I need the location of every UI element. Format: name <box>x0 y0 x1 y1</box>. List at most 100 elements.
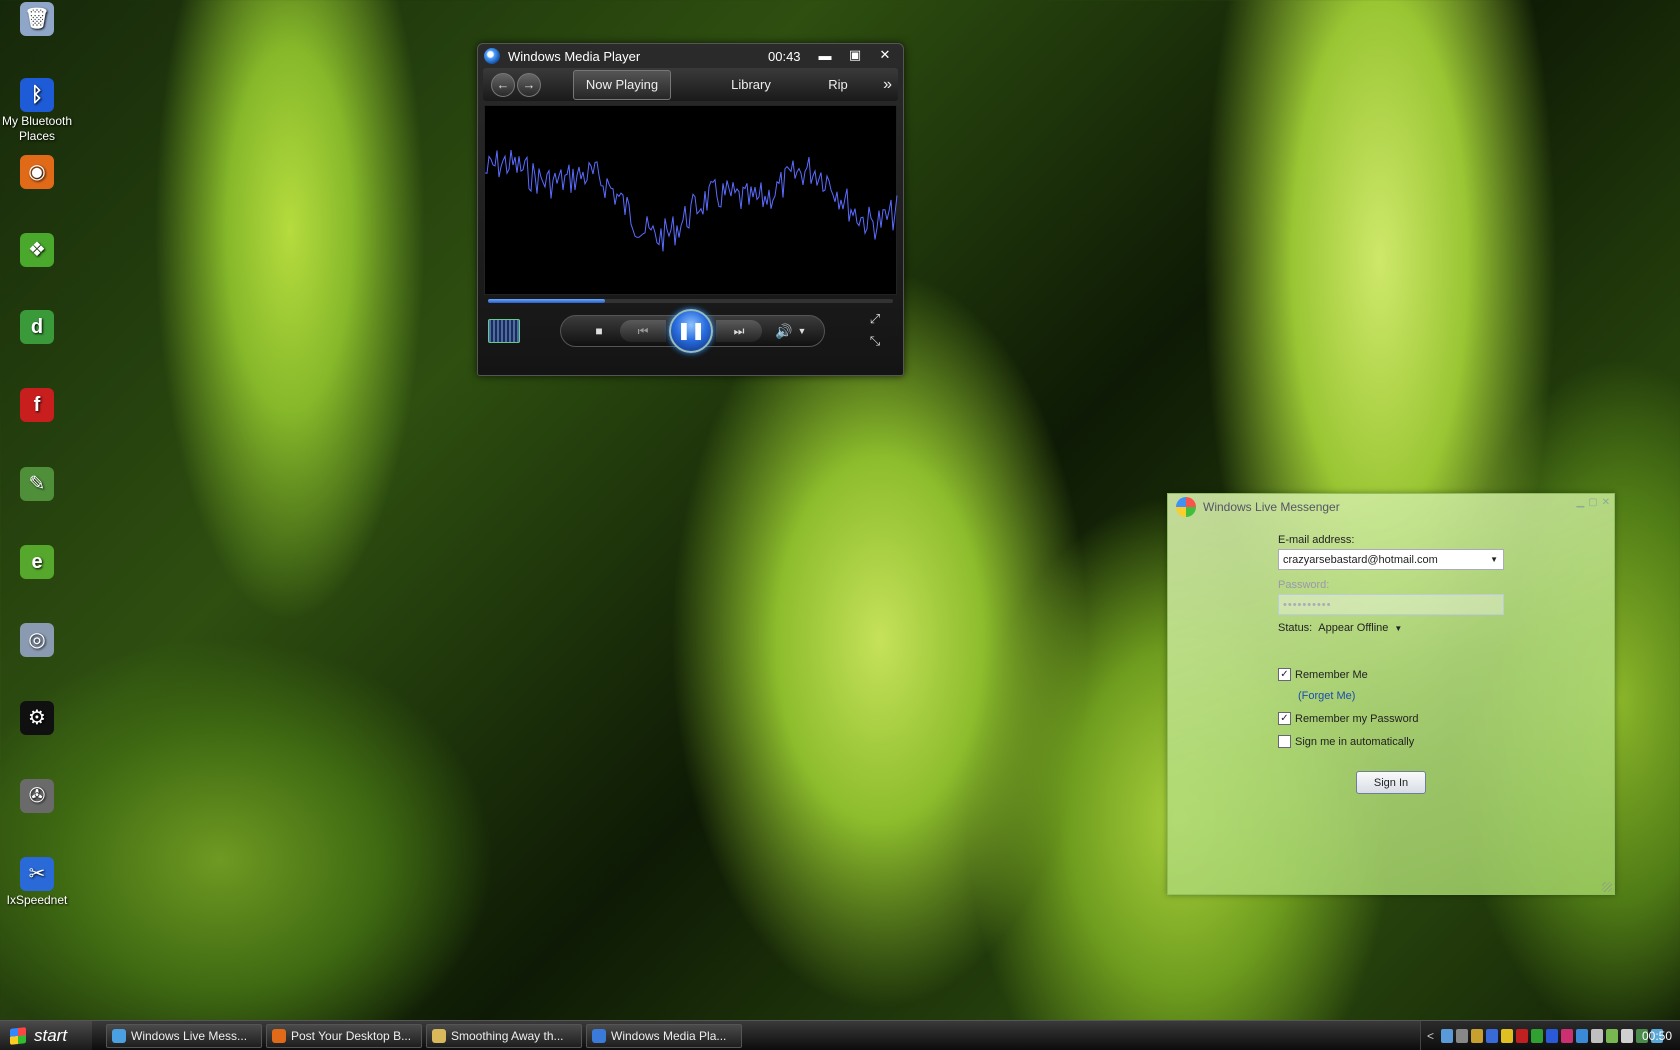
desktop-icon[interactable]: ⚙ <box>0 701 74 737</box>
playback-controls: ■ ⏮ ⏭ ❚❚ 🔊 ▼ ⤢ ⤡ <box>478 303 903 363</box>
firefox-icon: ◉ <box>20 155 54 189</box>
desktop-icon[interactable]: ◎ <box>0 623 74 659</box>
password-label: Password: <box>1278 579 1330 591</box>
switch-to-library-icon[interactable] <box>488 319 520 343</box>
folder-icon[interactable] <box>1471 1029 1484 1043</box>
taskbar-app-icon <box>432 1028 446 1043</box>
bluetooth-tray-icon[interactable] <box>1561 1029 1574 1043</box>
recycle-bin-icon: 🗑 <box>20 2 54 36</box>
previous-icon[interactable]: ⏮ <box>620 320 666 342</box>
chevron-down-icon[interactable]: ▼ <box>1490 555 1498 564</box>
desktop-icon[interactable]: ✎ <box>0 467 74 503</box>
flash-icon: f <box>20 388 54 422</box>
mini-mode-icon[interactable]: ⤡ <box>866 333 884 349</box>
steam-icon: ⚙ <box>20 701 54 735</box>
close-icon[interactable]: ✕ <box>1602 497 1610 508</box>
pause-icon[interactable]: ❚❚ <box>669 309 713 353</box>
bar-icon[interactable] <box>1486 1029 1499 1043</box>
remember-password-checkbox[interactable]: ✓ <box>1278 712 1291 725</box>
tab-now-playing[interactable]: Now Playing <box>573 69 671 100</box>
messenger-title: Windows Live Messenger <box>1203 500 1340 514</box>
media-player-title: Windows Media Player <box>508 48 641 64</box>
media-player-titlebar[interactable]: Windows Media Player 00:43 ▬ ▣ ✕ <box>478 44 903 68</box>
desktop-icon[interactable]: ◉ <box>0 155 74 191</box>
desktop-icon[interactable]: ✇ <box>0 779 74 815</box>
sign-in-auto-row[interactable]: Sign me in automatically <box>1278 735 1414 748</box>
green-tray-icon[interactable] <box>1531 1029 1544 1043</box>
remember-me-checkbox[interactable]: ✓ <box>1278 668 1291 681</box>
media-player-app-icon <box>484 48 500 64</box>
taskbar-buttons: Windows Live Mess... Post Your Desktop B.… <box>106 1023 742 1048</box>
sign-in-button[interactable]: Sign In <box>1356 771 1426 794</box>
remember-me-row[interactable]: ✓ Remember Me <box>1278 668 1368 681</box>
tray-expand-icon[interactable]: < <box>1427 1029 1434 1043</box>
device-icon[interactable] <box>1456 1029 1469 1043</box>
taskbar-button[interactable]: Windows Live Mess... <box>106 1023 262 1048</box>
taskbar-button-label: Smoothing Away th... <box>451 1028 564 1043</box>
display-icon[interactable] <box>1576 1029 1589 1043</box>
password-field[interactable]: •••••••••• <box>1278 594 1504 615</box>
cd-burner-icon: ◎ <box>20 623 54 657</box>
tab-library[interactable]: Library <box>701 70 801 100</box>
desktop-icon-label: My Bluetooth Places <box>1 114 73 143</box>
stop-icon[interactable]: ■ <box>590 322 608 340</box>
email-field[interactable]: crazyarsebastard@hotmail.com ▼ <box>1278 549 1504 570</box>
messenger-titlebar[interactable]: Windows Live Messenger ▁ ▢ ✕ <box>1168 494 1614 520</box>
taskbar-button[interactable]: Smoothing Away th... <box>426 1023 582 1048</box>
taskbar-button[interactable]: Post Your Desktop B... <box>266 1023 422 1048</box>
next-icon[interactable]: ⏭ <box>716 320 762 342</box>
waveform <box>484 150 898 252</box>
status-dropdown-icon[interactable]: ▼ <box>1394 624 1402 633</box>
desktop-icon[interactable]: 🗑 <box>0 2 74 38</box>
desktop-icon[interactable]: ❖ <box>0 233 74 269</box>
tools-icon: ✇ <box>20 779 54 813</box>
media-player-nav: ← → Now Playing Library Rip » <box>483 68 898 101</box>
desktop-icon[interactable]: e <box>0 545 74 581</box>
desktop-icon-label: IxSpeednet <box>6 893 68 907</box>
messenger-logo-icon <box>1176 497 1196 517</box>
more-tabs-icon[interactable]: » <box>883 70 892 100</box>
taskbar-button[interactable]: Windows Media Pla... <box>586 1023 742 1048</box>
media-tray-icon[interactable] <box>1546 1029 1559 1043</box>
volume-icon[interactable]: 🔊 <box>774 322 794 340</box>
messenger-window[interactable]: Windows Live Messenger ▁ ▢ ✕ E-mail addr… <box>1167 493 1615 895</box>
taskbar-app-icon <box>112 1028 126 1043</box>
desktop-icon[interactable]: ᛒ My Bluetooth Places <box>0 78 74 144</box>
volume-tray-icon[interactable] <box>1591 1029 1604 1043</box>
messenger-tray-icon[interactable] <box>1606 1029 1619 1043</box>
sign-in-auto-label: Sign me in automatically <box>1295 735 1415 748</box>
sign-in-auto-checkbox[interactable] <box>1278 735 1291 748</box>
network-icon[interactable] <box>1441 1029 1454 1043</box>
email-value: crazyarsebastard@hotmail.com <box>1283 553 1438 566</box>
forget-me-link[interactable]: (Forget Me) <box>1298 690 1355 702</box>
waveform-line <box>484 150 898 252</box>
desktop-icon[interactable]: d <box>0 310 74 346</box>
password-value: •••••••••• <box>1283 598 1332 611</box>
forward-arrow-icon[interactable]: → <box>517 72 541 97</box>
taskbar-button-label: Windows Live Mess... <box>131 1028 248 1043</box>
desktop-icon[interactable]: f <box>0 388 74 424</box>
taskbar-app-icon <box>592 1028 606 1043</box>
taskbar-button-label: Windows Media Pla... <box>611 1028 727 1043</box>
antivirus-icon[interactable] <box>1516 1029 1529 1043</box>
remember-password-row[interactable]: ✓ Remember my Password <box>1278 712 1418 725</box>
maximize-icon[interactable]: ▢ <box>1588 497 1597 508</box>
remember-me-label: Remember Me <box>1295 668 1368 681</box>
minimize-icon[interactable]: ▬ <box>813 46 837 64</box>
media-player-window[interactable]: Windows Media Player 00:43 ▬ ▣ ✕ ← → Now… <box>477 43 904 376</box>
volume-dropdown-icon[interactable]: ▼ <box>796 323 808 339</box>
tab-rip[interactable]: Rip <box>813 70 863 100</box>
desktop-icon[interactable]: ✂ IxSpeednet <box>0 857 74 908</box>
shield-icon[interactable] <box>1621 1029 1634 1043</box>
status-label: Status: <box>1278 622 1313 634</box>
elapsed-time: 00:43 <box>768 49 801 64</box>
back-arrow-icon[interactable]: ← <box>491 72 515 97</box>
zonealarm-icon[interactable] <box>1501 1029 1514 1043</box>
maximize-icon[interactable]: ▣ <box>843 46 867 64</box>
minimize-icon[interactable]: ▁ <box>1576 497 1584 508</box>
resize-grip[interactable] <box>1602 882 1612 892</box>
start-button[interactable]: start <box>0 1020 92 1050</box>
close-icon[interactable]: ✕ <box>873 46 897 64</box>
status-value[interactable]: Appear Offline <box>1318 622 1388 634</box>
fullscreen-icon[interactable]: ⤢ <box>866 311 884 327</box>
